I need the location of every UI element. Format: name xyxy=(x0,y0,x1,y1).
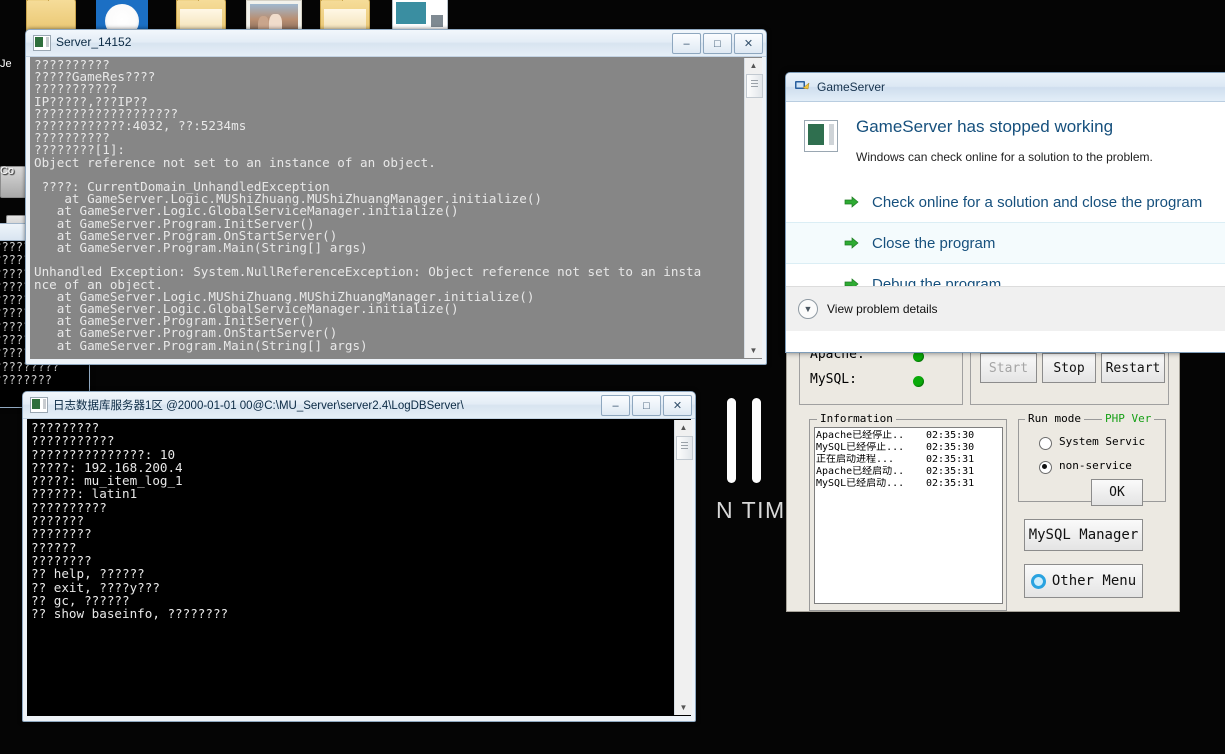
application-icon xyxy=(804,120,838,152)
information-row: Apache已经停止.. 02:35:30 xyxy=(816,430,1002,442)
server-console-window[interactable]: Server_14152 – □ ✕ ?????????? ?????GameR… xyxy=(25,29,767,365)
wallpaper-bar-2 xyxy=(752,398,761,483)
minimize-button[interactable]: – xyxy=(672,33,701,54)
server-scrollbar[interactable]: ▲ ▼ xyxy=(744,58,763,358)
scroll-down-arrow[interactable]: ▼ xyxy=(676,700,691,715)
gameserver-app-icon xyxy=(794,79,810,95)
scroll-down-arrow[interactable]: ▼ xyxy=(746,343,761,358)
logdb-window-titlebar[interactable]: 日志数据库服务器1区 @2000-01-01 00@C:\MU_Server\s… xyxy=(23,392,695,419)
option-close-program[interactable]: Close the program xyxy=(786,222,1225,264)
other-menu-button[interactable]: Other Menu xyxy=(1024,564,1143,598)
gear-icon xyxy=(1030,573,1046,589)
logdb-window-title: 日志数据库服务器1区 @2000-01-01 00@C:\MU_Server\s… xyxy=(53,400,464,412)
logdb-scrollbar-thumb[interactable] xyxy=(676,436,693,460)
console-app-icon xyxy=(30,397,48,413)
stop-button[interactable]: Stop xyxy=(1042,353,1096,383)
information-row-text: 正在启动进程... xyxy=(816,454,895,465)
logdb-console-area: ????????? ??????????? ???????????????: 1… xyxy=(27,419,691,716)
wallpaper-bar-1 xyxy=(727,398,736,483)
information-row-time: 02:35:31 xyxy=(926,454,975,465)
non-service-label: non-service xyxy=(1059,459,1132,472)
maximize-button[interactable]: □ xyxy=(703,33,732,54)
php-version-legend: PHP Ver xyxy=(1102,412,1155,425)
logdb-console-window[interactable]: 日志数据库服务器1区 @2000-01-01 00@C:\MU_Server\s… xyxy=(22,391,696,722)
error-subtext: Windows can check online for a solution … xyxy=(856,150,1153,164)
maximize-button[interactable]: □ xyxy=(632,395,661,416)
other-menu-label: Other Menu xyxy=(1051,573,1137,589)
information-row-time: 02:35:31 xyxy=(926,478,975,489)
error-dialog-title: GameServer xyxy=(817,80,886,94)
minimize-button[interactable]: – xyxy=(601,395,630,416)
information-row-time: 02:35:30 xyxy=(926,430,975,441)
information-row-text: MySQL已经停止... xyxy=(816,442,905,453)
server-window-controls[interactable]: – □ ✕ xyxy=(672,33,763,54)
information-row: MySQL已经启动... 02:35:31 xyxy=(816,478,1002,490)
mysql-service-label: MySQL: xyxy=(810,372,857,387)
desktop-icon-label-je: Je xyxy=(0,58,12,70)
server-window-title: Server_14152 xyxy=(56,35,132,49)
information-row-text: Apache已经停止.. xyxy=(816,430,905,441)
error-dialog-titlebar[interactable]: GameServer xyxy=(786,73,1225,102)
logdb-scrollbar[interactable]: ▲ ▼ xyxy=(674,420,693,715)
scroll-up-arrow[interactable]: ▲ xyxy=(676,420,691,435)
system-service-radio[interactable] xyxy=(1039,437,1052,450)
information-legend: Information xyxy=(817,412,896,425)
option-label: Check online for a solution and close th… xyxy=(872,193,1203,211)
logdb-window-controls[interactable]: – □ ✕ xyxy=(601,395,692,416)
scroll-up-arrow[interactable]: ▲ xyxy=(746,58,761,73)
desktop-icon-label-co: Co xyxy=(0,165,15,177)
information-row-text: MySQL已经启动... xyxy=(816,478,905,489)
green-arrow-icon xyxy=(844,235,860,251)
restart-button[interactable]: Restart xyxy=(1101,353,1165,383)
console-app-icon xyxy=(33,35,51,51)
information-row: MySQL已经停止... 02:35:30 xyxy=(816,442,1002,454)
error-heading: GameServer has stopped working xyxy=(856,117,1114,136)
option-label: Close the program xyxy=(872,234,996,252)
information-row-time: 02:35:31 xyxy=(926,466,975,477)
chevron-down-icon[interactable]: ▼ xyxy=(798,299,818,319)
close-button[interactable]: ✕ xyxy=(734,33,763,54)
mysql-manager-button[interactable]: MySQL Manager xyxy=(1024,519,1143,551)
system-service-label: System Servic xyxy=(1059,435,1146,448)
gameserver-error-dialog[interactable]: GameServer GameServer has stopped workin… xyxy=(785,72,1225,353)
error-dialog-body: GameServer has stopped working Windows c… xyxy=(786,102,1225,331)
view-problem-details-label: View problem details xyxy=(827,302,938,316)
start-button[interactable]: Start xyxy=(980,353,1037,383)
server-scrollbar-thumb[interactable] xyxy=(746,74,763,98)
ok-button[interactable]: OK xyxy=(1091,479,1143,506)
information-row: Apache已经启动.. 02:35:31 xyxy=(816,466,1002,478)
server-console-area: ?????????? ?????GameRes???? ??????????? … xyxy=(30,57,762,359)
non-service-radio[interactable] xyxy=(1039,461,1052,474)
server-console-text: ?????????? ?????GameRes???? ??????????? … xyxy=(34,59,702,353)
close-button[interactable]: ✕ xyxy=(663,395,692,416)
run-mode-legend: Run mode xyxy=(1025,412,1084,425)
error-dialog-header: GameServer has stopped working Windows c… xyxy=(786,102,1225,164)
view-problem-details-row[interactable]: ▼ View problem details xyxy=(786,286,1225,331)
option-check-online[interactable]: Check online for a solution and close th… xyxy=(786,182,1225,222)
information-row-time: 02:35:30 xyxy=(926,442,975,453)
logdb-console-text: ????????? ??????????? ???????????????: 1… xyxy=(31,421,229,622)
information-row: 正在启动进程... 02:35:31 xyxy=(816,454,1002,466)
information-row-text: Apache已经启动.. xyxy=(816,466,905,477)
information-list[interactable]: Apache已经停止.. 02:35:30 MySQL已经停止... 02:35:30… xyxy=(814,427,1003,604)
green-arrow-icon xyxy=(844,194,860,210)
server-window-titlebar[interactable]: Server_14152 – □ ✕ xyxy=(26,30,766,57)
mysql-status-led xyxy=(913,376,924,387)
